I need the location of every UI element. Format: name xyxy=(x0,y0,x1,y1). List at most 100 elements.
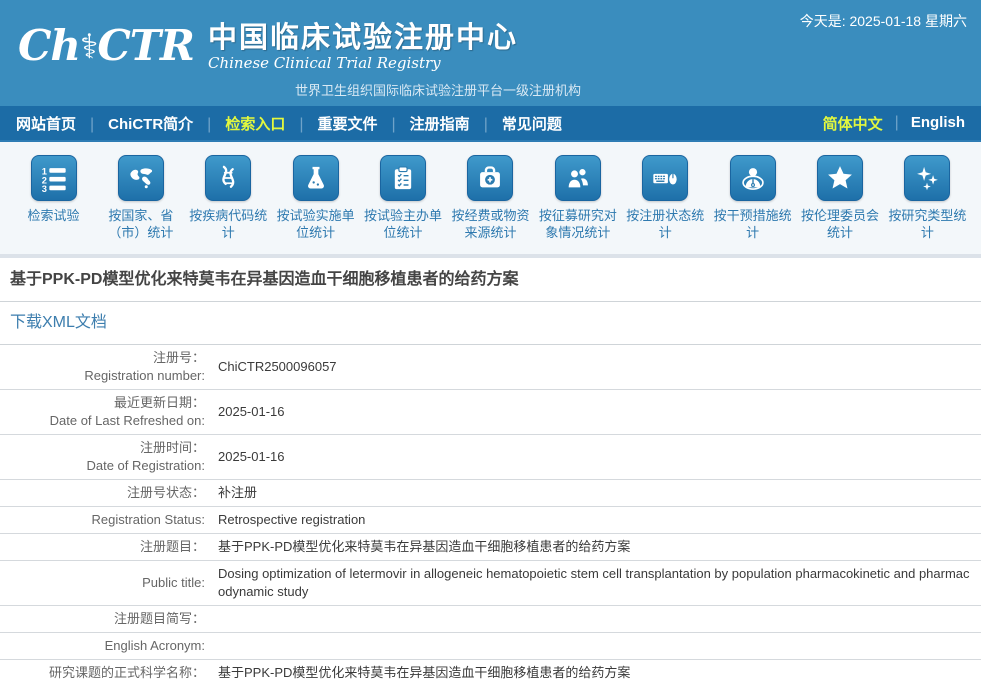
toolbar-item[interactable]: 123 检索试验 xyxy=(10,155,97,254)
table-row: 研究课题的正式科学名称： 基于PPK-PD模型优化来特莫韦在异基因造血干细胞移植… xyxy=(0,660,981,684)
site-title-zh: 中国临床试验注册中心 xyxy=(208,22,518,54)
toolbar-item-label: 按征募研究对象情况统计 xyxy=(534,207,621,241)
row-label-zh: 注册号： xyxy=(0,349,205,367)
download-xml-link[interactable]: 下载XML文档 xyxy=(10,314,107,331)
toolbar-item-label: 按试验实施单位统计 xyxy=(272,207,359,241)
row-value: Dosing optimization of letermovir in all… xyxy=(205,565,981,601)
nav-link[interactable]: 检索入口 xyxy=(225,116,285,133)
table-row: 注册号： Registration number: ChiCTR25000960… xyxy=(0,345,981,390)
world-map-icon xyxy=(118,155,164,201)
page: 今天是: 2025-01-18 星期六 Ch⚕CTR 中国临床试验注册中心 Ch… xyxy=(0,0,981,684)
row-label: 注册时间： Date of Registration: xyxy=(0,439,205,475)
nav-item: 检索入口 xyxy=(193,113,285,134)
numbered-list-icon: 123 xyxy=(31,155,77,201)
toolbar-item[interactable]: 按征募研究对象情况统计 xyxy=(534,155,621,254)
row-label: Registration Status: xyxy=(0,511,205,529)
lang-en-link[interactable]: English xyxy=(911,114,965,131)
row-label-zh: 研究课题的正式科学名称： xyxy=(0,664,205,682)
toolbar-item[interactable]: 按注册状态统计 xyxy=(622,155,709,254)
people-icon xyxy=(555,155,601,201)
nav-link[interactable]: 常见问题 xyxy=(502,116,562,133)
row-label-zh: 注册题目简写： xyxy=(0,610,205,628)
row-value: ChiCTR2500096057 xyxy=(205,358,981,376)
row-label-zh: 注册题目： xyxy=(0,538,205,556)
site-header: 今天是: 2025-01-18 星期六 Ch⚕CTR 中国临床试验注册中心 Ch… xyxy=(0,0,981,106)
dna-icon xyxy=(205,155,251,201)
table-row: 注册时间： Date of Registration: 2025-01-16 xyxy=(0,435,981,480)
doctor-icon xyxy=(730,155,776,201)
nav-item: 重要文件 xyxy=(285,113,377,134)
toolbar-item[interactable]: 按研究类型统计 xyxy=(884,155,971,254)
row-value: 基于PPK-PD模型优化来特莫韦在异基因造血干细胞移植患者的给药方案 xyxy=(205,664,981,682)
table-row: Registration Status: Retrospective regis… xyxy=(0,507,981,534)
row-value: 补注册 xyxy=(205,484,981,502)
nav-item: 注册指南 xyxy=(378,113,470,134)
main-nav: 网站首页 ChiCTR简介 检索入口 重要文件 注册指南 常见问题 简体中文 |… xyxy=(0,106,981,142)
nav-link[interactable]: 注册指南 xyxy=(410,116,470,133)
row-value: 2025-01-16 xyxy=(205,448,981,466)
toolbar-item-label: 按研究类型统计 xyxy=(884,207,971,241)
row-label-en: English Acronym: xyxy=(0,637,205,655)
nav-item: 网站首页 xyxy=(16,113,76,134)
toolbar-item-label: 按伦理委员会统计 xyxy=(797,207,884,241)
row-label-zh: 注册号状态： xyxy=(0,484,205,502)
row-label-zh: 注册时间： xyxy=(0,439,205,457)
page-title: 基于PPK-PD模型优化来特莫韦在异基因造血干细胞移植患者的给药方案 xyxy=(0,258,981,302)
nav-link[interactable]: 网站首页 xyxy=(16,116,76,133)
keyboard-mouse-icon xyxy=(642,155,688,201)
toolbar-item-label: 按注册状态统计 xyxy=(622,207,709,241)
toolbar-item-label: 检索试验 xyxy=(10,207,97,224)
table-row: 注册号状态： 补注册 xyxy=(0,480,981,507)
nav-link[interactable]: 重要文件 xyxy=(318,116,378,133)
clipboard-icon xyxy=(380,155,426,201)
site-title-en: Chinese Clinical Trial Registry xyxy=(208,54,518,72)
row-label: 注册号： Registration number: xyxy=(0,349,205,385)
toolbar-item[interactable]: 按疾病代码统计 xyxy=(185,155,272,254)
row-label-en: Date of Registration: xyxy=(0,457,205,475)
nav-link[interactable]: ChiCTR简介 xyxy=(108,116,193,133)
toolbar-item-label: 按疾病代码统计 xyxy=(185,207,272,241)
sparkles-icon xyxy=(904,155,950,201)
table-row: 最近更新日期： Date of Last Refreshed on: 2025-… xyxy=(0,390,981,435)
lang-zh-link[interactable]: 简体中文 xyxy=(823,116,883,133)
table-row: 注册题目简写： xyxy=(0,606,981,633)
toolbar-item[interactable]: 按伦理委员会统计 xyxy=(797,155,884,254)
toolbar-item[interactable]: 按国家、省（市）统计 xyxy=(97,155,184,254)
row-value: 2025-01-16 xyxy=(205,403,981,421)
toolbar-item[interactable]: 按干预措施统计 xyxy=(709,155,796,254)
chictr-logo[interactable]: Ch⚕CTR xyxy=(18,20,194,75)
row-label-en: Date of Last Refreshed on: xyxy=(0,412,205,430)
toolbar-item-label: 按试验主办单位统计 xyxy=(360,207,447,241)
nav-item: ChiCTR简介 xyxy=(76,113,193,134)
row-label-en: Registration Status: xyxy=(0,511,205,529)
toolbar-item[interactable]: 按经费或物资来源统计 xyxy=(447,155,534,254)
toolbar-item[interactable]: 按试验主办单位统计 xyxy=(360,155,447,254)
toolbar-item[interactable]: 按试验实施单位统计 xyxy=(272,155,359,254)
row-label-zh: 最近更新日期： xyxy=(0,394,205,412)
xml-download-row: 下载XML文档 xyxy=(0,302,981,345)
registration-detail-table: 注册号： Registration number: ChiCTR25000960… xyxy=(0,345,981,684)
row-label: 注册题目： xyxy=(0,538,205,556)
row-label: 最近更新日期： Date of Last Refreshed on: xyxy=(0,394,205,430)
nav-item: 常见问题 xyxy=(470,113,562,134)
row-label: Public title: xyxy=(0,574,205,592)
row-label: 研究课题的正式科学名称： xyxy=(0,664,205,682)
row-value: 基于PPK-PD模型优化来特莫韦在异基因造血干细胞移植患者的给药方案 xyxy=(205,538,981,556)
stats-toolbar: 123 检索试验 按国家、省（市）统计 按疾病代码统计 按试验实施单位统计 按试… xyxy=(0,142,981,258)
table-row: Public title: Dosing optimization of let… xyxy=(0,561,981,606)
medical-bag-icon xyxy=(467,155,513,201)
table-row: 注册题目： 基于PPK-PD模型优化来特莫韦在异基因造血干细胞移植患者的给药方案 xyxy=(0,534,981,561)
toolbar-item-label: 按经费或物资来源统计 xyxy=(447,207,534,241)
row-label-en: Registration number: xyxy=(0,367,205,385)
row-label: English Acronym: xyxy=(0,637,205,655)
toolbar-item-label: 按国家、省（市）统计 xyxy=(97,207,184,241)
row-label: 注册题目简写： xyxy=(0,610,205,628)
divider: | xyxy=(895,114,899,132)
star-icon xyxy=(817,155,863,201)
table-row: English Acronym: xyxy=(0,633,981,660)
flask-icon xyxy=(293,155,339,201)
row-label: 注册号状态： xyxy=(0,484,205,502)
brand: Ch⚕CTR 中国临床试验注册中心 Chinese Clinical Trial… xyxy=(18,20,518,75)
row-value: Retrospective registration xyxy=(205,511,981,529)
caduceus-icon: ⚕ xyxy=(80,27,97,67)
